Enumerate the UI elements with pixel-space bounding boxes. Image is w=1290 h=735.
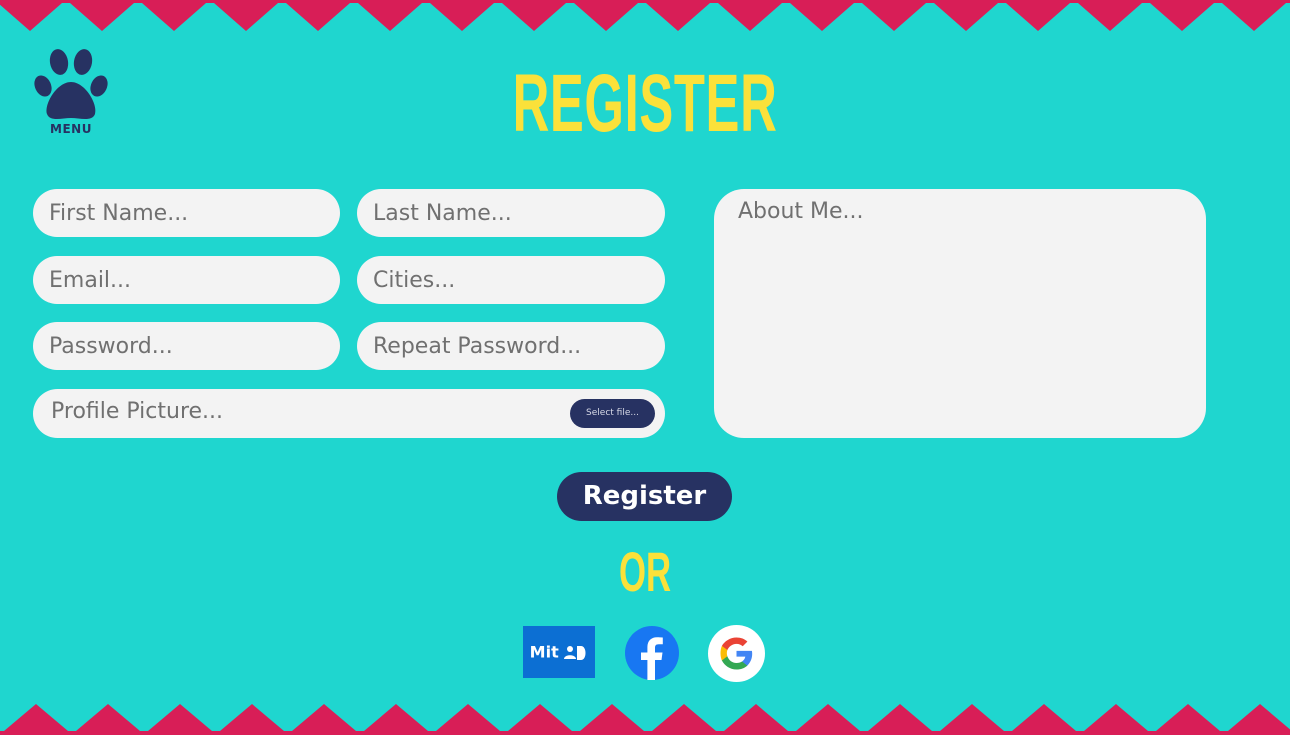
or-divider-text: OR bbox=[618, 540, 672, 603]
email-input[interactable] bbox=[33, 256, 340, 304]
menu-button[interactable]: MENU bbox=[32, 48, 112, 138]
zigzag-path bbox=[0, 704, 1290, 735]
google-login-button[interactable] bbox=[708, 625, 765, 682]
top-zigzag-border bbox=[0, 0, 1290, 31]
mitid-label: Mit bbox=[529, 642, 559, 662]
zigzag-path bbox=[0, 0, 1290, 31]
repeat-password-input[interactable] bbox=[357, 322, 665, 370]
profile-picture-field[interactable]: Profile Picture... Select file... bbox=[33, 389, 665, 438]
menu-label: MENU bbox=[50, 122, 92, 136]
bottom-zigzag-border bbox=[0, 704, 1290, 735]
mitid-icon bbox=[564, 645, 586, 660]
facebook-icon bbox=[625, 626, 679, 680]
first-name-input[interactable] bbox=[33, 189, 340, 237]
password-input[interactable] bbox=[33, 322, 340, 370]
register-button[interactable]: Register bbox=[557, 472, 732, 521]
mitid-login-button[interactable]: Mit bbox=[523, 626, 595, 678]
last-name-input[interactable] bbox=[357, 189, 665, 237]
about-me-textarea[interactable] bbox=[714, 189, 1206, 438]
page-title: REGISTER bbox=[512, 58, 778, 149]
cities-input[interactable] bbox=[357, 256, 665, 304]
paw-icon bbox=[34, 49, 108, 119]
select-file-button[interactable]: Select file... bbox=[570, 399, 655, 428]
facebook-login-button[interactable] bbox=[625, 626, 679, 680]
profile-picture-label: Profile Picture... bbox=[51, 399, 224, 424]
